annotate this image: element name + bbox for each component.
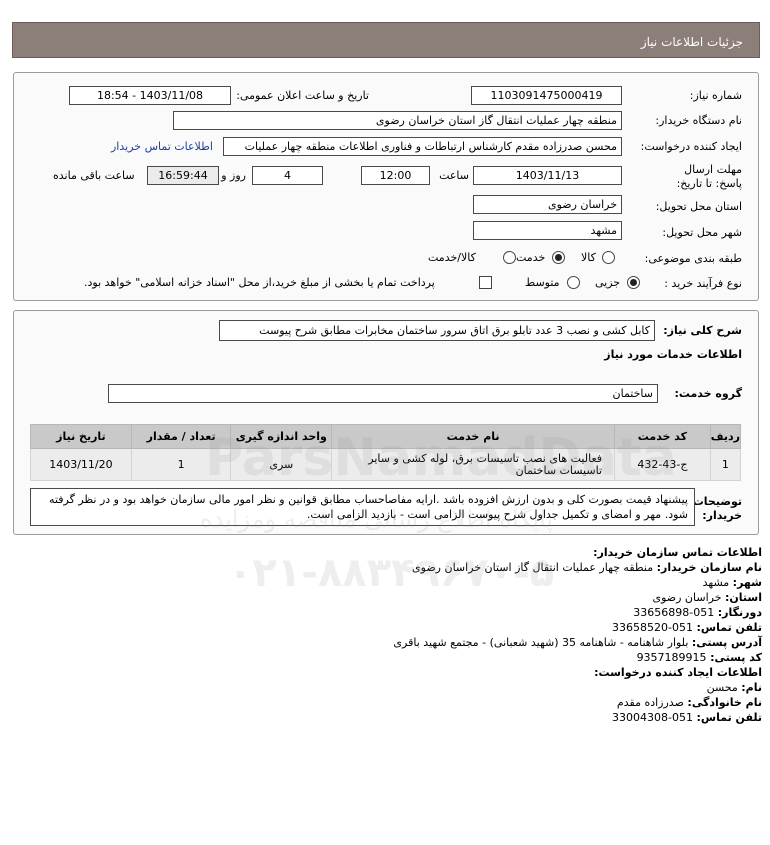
- buyer-notes-field: پیشنهاد قیمت بصورت کلی و بدون ارزش افزود…: [30, 488, 695, 526]
- process-radio-medium[interactable]: [567, 276, 580, 289]
- need-number-field: 1103091475000419: [471, 86, 622, 105]
- category-radio-service[interactable]: [552, 251, 565, 264]
- first-name-label: نام:: [741, 681, 762, 694]
- announce-label: تاریخ و ساعت اعلان عمومی:: [236, 89, 369, 102]
- days-label: روز و: [221, 169, 246, 182]
- contact-province-label: استان:: [725, 591, 762, 604]
- phone-label: تلفن تماس:: [696, 621, 762, 634]
- postal-value: 9357189915: [636, 651, 707, 664]
- contact-city-value: مشهد: [702, 576, 730, 589]
- contact-province-value: خراسان رضوی: [652, 591, 722, 604]
- category-option-goods-service: کالا/خدمت: [428, 251, 476, 264]
- deadline-date-field: 1403/11/13: [473, 166, 622, 185]
- cell-unit: سری: [230, 448, 333, 481]
- address-label: آدرس پستی:: [691, 636, 762, 649]
- treasury-payment-note: پرداخت تمام یا بخشی از مبلغ خرید،از محل …: [84, 276, 435, 289]
- table-row: 1 ج-43-432 فعالیت های نصب تاسیسات برق، ل…: [30, 448, 742, 481]
- city-field: مشهد: [473, 221, 622, 240]
- postal-label: کد پستی:: [710, 651, 762, 664]
- cell-row: 1: [709, 448, 742, 481]
- col-name-header: نام خدمت: [331, 424, 616, 449]
- creator-label: ایجاد کننده درخواست:: [640, 140, 742, 153]
- summary-label: شرح کلی نیاز:: [663, 324, 742, 337]
- table-header-row: ردیف کد خدمت نام خدمت واحد اندازه گیری ت…: [30, 424, 742, 449]
- col-qty-header: تعداد / مقدار: [130, 424, 232, 449]
- category-option-service: خدمت: [516, 251, 546, 264]
- last-name-value: صدرزاده مقدم: [616, 696, 684, 709]
- buyer-field: منطقه چهار عملیات انتقال گاز استان خراسا…: [173, 111, 622, 130]
- deadline-label: مهلت ارسال پاسخ: تا تاریخ:: [676, 163, 742, 190]
- category-label: طبقه بندی موضوعی:: [644, 252, 742, 265]
- category-radio-goods-service[interactable]: [503, 251, 516, 264]
- buyer-label: نام دستگاه خریدار:: [655, 114, 742, 127]
- col-code-header: کد خدمت: [614, 424, 711, 449]
- fax-label: دورنگار:: [717, 606, 762, 619]
- first-name-value: محسن: [706, 681, 738, 694]
- deadline-time-label: ساعت: [439, 169, 469, 182]
- announce-datetime-field: 1403/11/08 - 18:54: [69, 86, 231, 105]
- category-radio-goods[interactable]: [602, 251, 615, 264]
- days-remaining-field: 4: [252, 166, 323, 185]
- category-option-goods: کالا: [581, 251, 596, 264]
- province-field: خراسان رضوی: [473, 195, 622, 214]
- services-title: اطلاعات خدمات مورد نیاز: [604, 348, 742, 361]
- contact-city-label: شهر:: [732, 576, 762, 589]
- col-unit-header: واحد اندازه گیری: [230, 424, 333, 449]
- service-group-field: ساختمان: [108, 384, 658, 403]
- process-option-partial: جزیی: [595, 276, 621, 289]
- page-title: جزئیات اطلاعات نیاز: [640, 35, 743, 49]
- need-number-label: شماره نیاز:: [689, 89, 742, 102]
- creator-field: محسن صدرزاده مقدم کارشناس ارتباطات و فنا…: [223, 137, 622, 156]
- last-name-label: نام خانوادگی:: [687, 696, 762, 709]
- creator-phone-value: 051-33004308: [612, 711, 694, 724]
- city-label: شهر محل تحویل:: [662, 226, 742, 239]
- creator-info-title: اطلاعات ایجاد کننده درخواست:: [594, 666, 762, 679]
- process-radio-partial[interactable]: [627, 276, 640, 289]
- cell-quantity: 1: [130, 448, 232, 481]
- need-info-panel: [13, 72, 759, 301]
- contact-title: اطلاعات تماس سازمان خریدار:: [593, 546, 762, 559]
- address-value: بلوار شاهنامه - شاهنامه 35 (شهید شعبانی)…: [393, 636, 689, 649]
- cell-code: ج-43-432: [614, 448, 711, 481]
- services-table: ردیف کد خدمت نام خدمت واحد اندازه گیری ت…: [30, 424, 742, 481]
- col-row-header: ردیف: [709, 424, 742, 449]
- cell-service-name: فعالیت های نصب تاسیسات برق، لوله کشی و س…: [331, 448, 616, 481]
- buyer-contact-link[interactable]: اطلاعات تماس خریدار: [111, 140, 213, 153]
- cell-need-date: 1403/11/20: [30, 448, 132, 481]
- phone-value: 051-33658520: [612, 621, 694, 634]
- page-header: جزئیات اطلاعات نیاز: [12, 22, 760, 58]
- org-value: منطقه چهار عملیات انتقال گاز استان خراسا…: [412, 561, 654, 574]
- org-label: نام سازمان خریدار:: [656, 561, 762, 574]
- remaining-time-label: ساعت باقی مانده: [53, 169, 135, 182]
- creator-phone-label: تلفن تماس:: [696, 711, 762, 724]
- contact-section: اطلاعات تماس سازمان خریدار: نام سازمان خ…: [22, 545, 762, 725]
- province-label: استان محل تحویل:: [655, 200, 742, 213]
- service-group-label: گروه خدمت:: [674, 387, 742, 400]
- treasury-payment-checkbox[interactable]: [479, 276, 492, 289]
- summary-field: کابل کشی و نصب 3 عدد تابلو برق اتاق سرور…: [219, 320, 655, 341]
- process-label: نوع فرآیند خرید :: [664, 277, 742, 290]
- fax-value: 051-33656898: [633, 606, 715, 619]
- buyer-notes-label: توضیحات خریدار:: [692, 495, 742, 522]
- col-date-header: تاریخ نیاز: [30, 424, 132, 449]
- remaining-time-field: 16:59:44: [147, 166, 219, 185]
- process-option-medium: متوسط: [525, 276, 560, 289]
- deadline-time-field: 12:00: [361, 166, 430, 185]
